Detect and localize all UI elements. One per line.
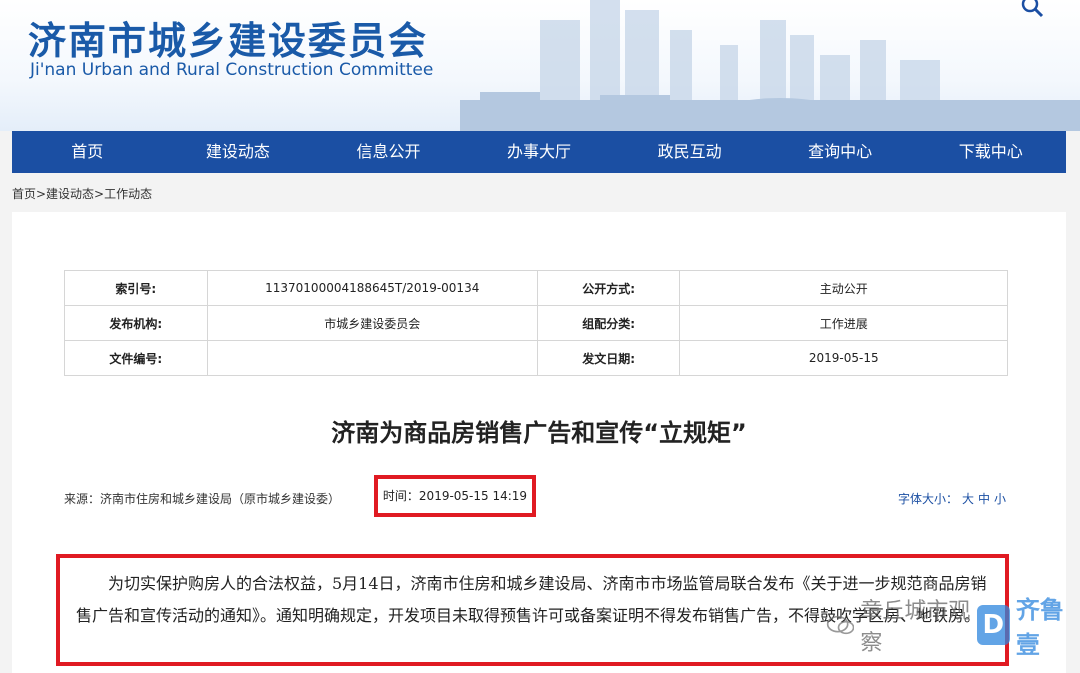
watermark: 章丘城市观察 D 齐鲁壹 <box>826 596 1076 659</box>
category-label: 组配分类: <box>536 305 681 341</box>
watermark-text: 章丘城市观察 <box>860 599 971 656</box>
watermark-brand: 齐鲁壹 <box>1015 596 1064 659</box>
wechat-icon <box>826 615 855 635</box>
city-skyline-banner <box>460 0 1080 131</box>
metadata-table: 索引号: 11370100004188645T/2019-00134 公开方式:… <box>64 270 1008 376</box>
issue-date-value: 2019-05-15 <box>679 340 1008 376</box>
font-size-label: 字体大小： <box>897 492 958 506</box>
issue-date-label: 发文日期: <box>536 340 681 376</box>
font-size-control: 字体大小： 大中小 <box>894 490 1006 507</box>
index-label: 索引号: <box>64 270 208 306</box>
site-subtitle: Ji'nan Urban and Rural Construction Comm… <box>30 60 434 80</box>
nav-construction-news[interactable]: 建设动态 <box>163 131 314 173</box>
font-medium-button[interactable]: 中 <box>978 492 990 506</box>
article-title: 济南为商品房销售广告和宣传“立规矩” <box>331 419 747 447</box>
category-value: 工作进展 <box>679 305 1008 341</box>
nav-info-disclosure[interactable]: 信息公开 <box>313 131 464 173</box>
article-source: 来源：济南市住房和城乡建设局（原市城乡建设委） <box>64 492 341 506</box>
table-row: 文件编号: 发文日期: 2019-05-15 <box>64 340 1008 376</box>
site-header: 济南市城乡建设委员会 Ji'nan Urban and Rural Constr… <box>0 0 1080 131</box>
nav-service-hall[interactable]: 办事大厅 <box>464 131 615 173</box>
breadcrumb[interactable]: 首页>建设动态>工作动态 <box>12 185 152 202</box>
doc-number-label: 文件编号: <box>64 340 208 376</box>
index-value: 11370100004188645T/2019-00134 <box>206 270 538 306</box>
nav-query-center[interactable]: 查询中心 <box>765 131 916 173</box>
publisher-label: 发布机构: <box>64 305 208 341</box>
publish-time-highlight: 时间：2019-05-15 14:19 <box>374 475 536 517</box>
table-row: 发布机构: 市城乡建设委员会 组配分类: 工作进展 <box>64 305 1008 341</box>
nav-public-interaction[interactable]: 政民互动 <box>614 131 765 173</box>
search-icon[interactable] <box>1020 0 1044 18</box>
doc-number-value <box>206 340 538 376</box>
nav-home[interactable]: 首页 <box>12 131 163 173</box>
main-nav: 首页 建设动态 信息公开 办事大厅 政民互动 查询中心 下载中心 <box>12 131 1066 173</box>
table-row: 索引号: 11370100004188645T/2019-00134 公开方式:… <box>64 270 1008 306</box>
open-mode-label: 公开方式: <box>536 270 681 306</box>
open-mode-value: 主动公开 <box>679 270 1008 306</box>
font-large-button[interactable]: 大 <box>962 492 974 506</box>
publisher-value: 市城乡建设委员会 <box>206 305 538 341</box>
nav-download-center[interactable]: 下载中心 <box>915 131 1066 173</box>
brand-logo-icon: D <box>976 605 1010 645</box>
site-title: 济南市城乡建设委员会 <box>28 18 429 63</box>
font-small-button[interactable]: 小 <box>994 492 1006 506</box>
